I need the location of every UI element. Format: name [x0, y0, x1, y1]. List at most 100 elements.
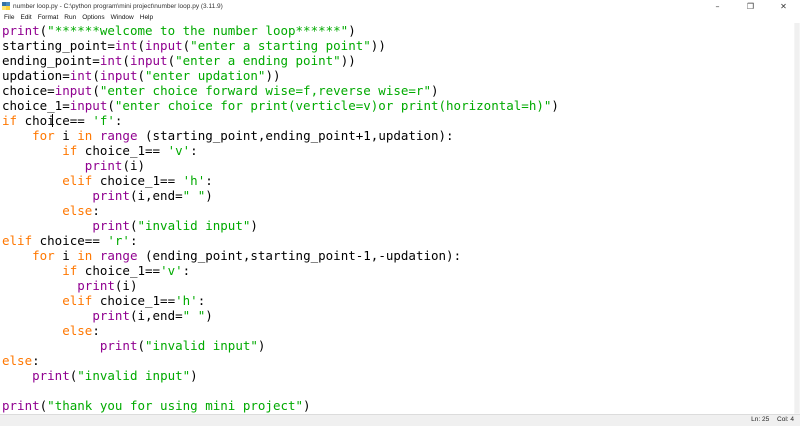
string-token: 'r' — [107, 233, 130, 248]
status-bar: Ln: 25 Col: 4 — [0, 414, 800, 426]
string-token: "enter a starting point" — [190, 38, 371, 53]
builtin-token: print — [99, 338, 138, 353]
code-line[interactable]: if choice_1=='v': — [2, 263, 559, 278]
keyword-token: elif — [62, 293, 93, 308]
code-line[interactable]: for i in range (starting_point,ending_po… — [2, 128, 559, 143]
code-line[interactable]: print("thank you for using mini project"… — [2, 398, 559, 413]
builtin-token: input — [69, 98, 108, 113]
code-token: (i,end= — [129, 308, 183, 323]
code-token: ) — [205, 308, 213, 323]
keyword-token: in — [77, 248, 93, 263]
code-token: ) — [250, 218, 258, 233]
code-line[interactable]: choice_1=input("enter choice for print(v… — [2, 98, 559, 113]
maximize-button[interactable]: ❐ — [734, 0, 767, 12]
code-line[interactable]: elif choice== 'r': — [2, 233, 559, 248]
menu-file[interactable]: File — [4, 14, 14, 21]
code-line[interactable]: elif choice_1== 'h': — [2, 173, 559, 188]
code-token: ( — [92, 68, 100, 83]
code-token: : — [197, 293, 206, 308]
code-token: ) — [190, 368, 198, 383]
code-token: ( — [137, 68, 146, 83]
keyword-token: elif — [62, 173, 93, 188]
code-token: : — [114, 113, 123, 128]
code-token: : — [92, 203, 100, 218]
code-token: ) — [303, 398, 311, 413]
code-token: choice_1== — [92, 293, 176, 308]
cursor-position: Ln: 25 Col: 4 — [745, 416, 794, 423]
menu-help[interactable]: Help — [140, 14, 153, 21]
code-text[interactable]: print ( "******welcome to the number loop*… — [2, 23, 559, 413]
code-token: choice== — [17, 113, 93, 128]
code-token: choice_1= — [2, 98, 70, 113]
string-token: 'f' — [92, 113, 115, 128]
code-line[interactable]: else: — [2, 323, 559, 338]
code-line[interactable]: print(i,end=" ") — [2, 308, 559, 323]
code-line[interactable] — [2, 383, 559, 398]
scrollbar-thumb[interactable] — [795, 23, 799, 413]
code-line[interactable]: ending_point=int(input("enter a ending p… — [2, 53, 559, 68]
code-line[interactable]: print("invalid input") — [2, 368, 559, 383]
code-line[interactable]: elif choice_1=='h': — [2, 293, 559, 308]
code-token: (starting_point,ending_point+1,updation)… — [137, 128, 454, 143]
code-token: : — [182, 263, 191, 278]
code-token: : — [205, 173, 213, 188]
code-line[interactable]: if choice_1== 'v': — [2, 143, 559, 158]
code-token: : — [190, 143, 198, 158]
string-token: "enter choice forward wise=f,reverse wis… — [99, 83, 431, 98]
code-token: ( — [92, 83, 100, 98]
code-line[interactable]: else: — [2, 353, 559, 368]
code-line[interactable]: updation=int(input("enter updation")) — [2, 68, 559, 83]
code-token: i — [54, 248, 78, 263]
string-token: "******welcome to the number loop******" — [47, 23, 349, 38]
builtin-token: print — [92, 218, 130, 233]
code-token: (i) — [114, 278, 138, 293]
code-line[interactable]: if choice== 'f': — [2, 113, 559, 128]
code-line[interactable]: print("invalid input") — [2, 218, 559, 233]
code-line[interactable]: else: — [2, 203, 559, 218]
vertical-scrollbar[interactable] — [794, 23, 800, 414]
code-token: )) — [340, 53, 356, 68]
code-token: ) — [431, 83, 439, 98]
code-line[interactable]: print(i) — [2, 278, 559, 293]
builtin-token: range — [99, 248, 138, 263]
builtin-token: input — [54, 83, 93, 98]
code-line[interactable]: starting_point=int(input("enter a starti… — [2, 38, 559, 53]
title-bar: number loop.py - C:\python program\mini … — [0, 0, 800, 12]
code-line[interactable]: print(i) — [2, 158, 559, 173]
window-controls: – ❐ ✕ — [701, 0, 800, 12]
code-line[interactable]: print("******welcome to the number loop*… — [2, 23, 559, 38]
code-line[interactable]: choice=input("enter choice forward wise=… — [2, 83, 559, 98]
code-token: (ending_point,starting_point-1,-updation… — [137, 248, 462, 263]
builtin-token: input — [129, 53, 168, 68]
minimize-button[interactable]: – — [701, 0, 734, 12]
keyword-token: if — [62, 263, 78, 278]
builtin-token: print — [2, 398, 40, 413]
code-line[interactable]: print(i,end=" ") — [2, 188, 559, 203]
menu-window[interactable]: Window — [111, 14, 134, 21]
menu-run[interactable]: Run — [64, 14, 76, 21]
menu-options[interactable]: Options — [82, 14, 104, 21]
close-button[interactable]: ✕ — [767, 0, 800, 12]
builtin-token: print — [92, 188, 130, 203]
code-token: choice_1== — [92, 173, 183, 188]
code-line[interactable]: print("invalid input") — [2, 338, 559, 353]
menu-edit[interactable]: Edit — [20, 14, 31, 21]
string-token: " " — [182, 188, 206, 203]
line-number: Ln: 25 — [751, 416, 770, 423]
keyword-token: elif — [2, 233, 33, 248]
column-number: Col: 4 — [777, 416, 794, 423]
menu-bar: File Edit Format Run Options Window Help — [0, 12, 800, 23]
builtin-token: print — [92, 308, 130, 323]
code-line[interactable]: for i in range (ending_point,starting_po… — [2, 248, 559, 263]
code-editor[interactable]: print ( "******welcome to the number loop*… — [0, 23, 794, 414]
menu-format[interactable]: Format — [38, 14, 59, 21]
string-token: "enter updation" — [145, 68, 266, 83]
